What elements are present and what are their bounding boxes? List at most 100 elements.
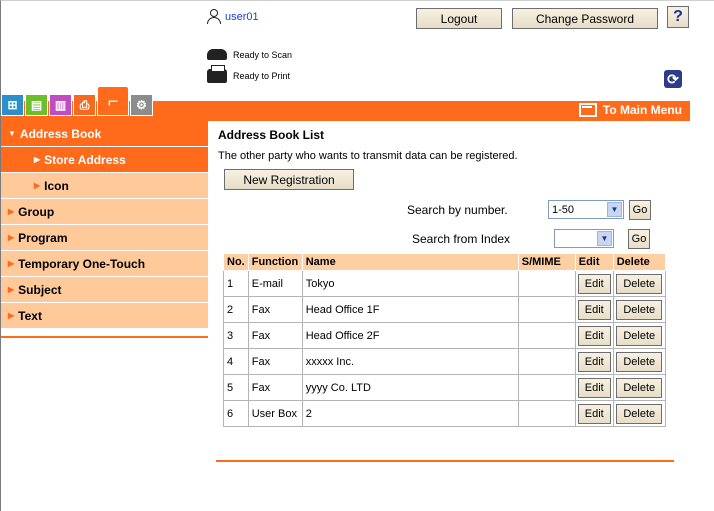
cell-delete: Delete <box>612 270 666 297</box>
sidebar-item-label: Subject <box>18 282 62 297</box>
delete-button[interactable]: Delete <box>616 325 663 346</box>
cell-smime <box>517 296 576 323</box>
search-by-number-label: Search by number. <box>407 203 508 217</box>
sidebar-item-label: Program <box>18 230 68 245</box>
triangle-right-icon: ▶ <box>8 285 15 294</box>
help-icon: ? <box>673 8 683 25</box>
go-index-button[interactable]: Go <box>628 229 650 249</box>
cell-edit: Edit <box>574 296 614 323</box>
cell-function: Fax <box>247 348 303 375</box>
table-row: 3 Fax Head Office 2F Edit Delete <box>223 322 666 349</box>
scanner-icon <box>207 49 227 60</box>
sidebar-item-temporary-one-touch[interactable]: ▶ Temporary One-Touch <box>1 251 208 277</box>
triangle-right-icon: ▶ <box>8 311 15 320</box>
cell-no: 5 <box>223 374 249 401</box>
edit-button[interactable]: Edit <box>577 325 611 346</box>
scan-status-text: Ready to Scan <box>233 49 293 60</box>
cell-function: Fax <box>247 296 303 323</box>
chevron-down-icon: ▼ <box>607 202 622 217</box>
sidebar-item-subject[interactable]: ▶ Subject <box>1 277 208 303</box>
table-header-row: No. Function Name S/MIME Edit Delete <box>223 253 666 271</box>
column-header-function: Function <box>247 253 303 271</box>
cell-function: User Box <box>247 400 303 427</box>
refresh-button[interactable]: ⟳ <box>664 70 682 88</box>
sidebar-item-label: Address Book <box>19 126 102 141</box>
cell-edit: Edit <box>574 374 614 401</box>
tab-user-box-icon[interactable]: ▥ <box>49 94 72 116</box>
to-main-menu-link[interactable]: To Main Menu <box>578 103 682 117</box>
search-from-index-select[interactable]: ▼ <box>554 229 614 248</box>
to-main-menu-label: To Main Menu <box>602 103 682 117</box>
tab-print-icon[interactable]: ⎙ <box>73 94 96 116</box>
triangle-right-icon: ▶ <box>34 181 41 190</box>
delete-button[interactable]: Delete <box>616 299 663 320</box>
table-row: 2 Fax Head Office 1F Edit Delete <box>223 296 666 323</box>
edit-button[interactable]: Edit <box>577 351 611 372</box>
cell-delete: Delete <box>612 348 666 375</box>
cell-delete: Delete <box>612 400 666 427</box>
table-row: 5 Fax yyyy Co. LTD Edit Delete <box>223 374 666 401</box>
edit-button[interactable]: Edit <box>577 377 611 398</box>
column-header-name: Name <box>301 253 519 271</box>
cell-no: 3 <box>223 322 249 349</box>
cell-name: Tokyo <box>301 270 519 297</box>
help-button[interactable]: ? <box>667 6 689 28</box>
user-name: user01 <box>225 10 259 23</box>
go-number-button[interactable]: Go <box>629 200 651 220</box>
cell-edit: Edit <box>574 348 614 375</box>
edit-button[interactable]: Edit <box>577 299 611 320</box>
triangle-right-icon: ▶ <box>8 233 15 242</box>
delete-button[interactable]: Delete <box>616 351 663 372</box>
sidebar-item-icon[interactable]: ▶ Icon <box>1 173 208 199</box>
delete-button[interactable]: Delete <box>616 273 663 294</box>
cell-delete: Delete <box>612 374 666 401</box>
cell-name: yyyy Co. LTD <box>301 374 519 401</box>
sidebar-item-text[interactable]: ▶ Text <box>1 303 208 329</box>
change-password-button[interactable]: Change Password <box>512 8 658 29</box>
sidebar-item-label: Text <box>18 308 42 323</box>
cell-edit: Edit <box>574 322 614 349</box>
cell-no: 1 <box>223 270 249 297</box>
sidebar-item-address-book[interactable]: ▼ Address Book <box>1 121 208 147</box>
new-registration-button[interactable]: New Registration <box>224 169 354 190</box>
print-status: Ready to Print <box>207 65 290 83</box>
search-by-number-value: 1-50 <box>552 203 575 216</box>
cell-function: Fax <box>247 322 303 349</box>
content-divider <box>216 460 674 462</box>
cell-smime <box>517 400 576 427</box>
table-row: 1 E-mail Tokyo Edit Delete <box>223 270 666 297</box>
sidebar-item-label: Group <box>18 204 55 219</box>
sidebar-item-program[interactable]: ▶ Program <box>1 225 208 251</box>
column-header-delete: Delete <box>612 253 666 271</box>
cell-delete: Delete <box>612 296 666 323</box>
cell-function: E-mail <box>247 270 303 297</box>
search-from-index-label: Search from Index <box>412 232 511 246</box>
sidebar-item-store-address[interactable]: ▶ Store Address <box>1 147 208 173</box>
cell-name: xxxxx Inc. <box>301 348 519 375</box>
refresh-icon: ⟳ <box>667 71 679 87</box>
main-menu-icon <box>578 103 597 117</box>
sidebar-item-group[interactable]: ▶ Group <box>1 199 208 225</box>
user-icon <box>207 9 221 24</box>
tab-maintenance-icon[interactable]: ⚙ <box>130 94 153 116</box>
cell-delete: Delete <box>612 322 666 349</box>
address-table: No. Function Name S/MIME Edit Delete 1 E… <box>223 253 666 427</box>
cell-name: Head Office 1F <box>301 296 519 323</box>
tab-store-address-icon[interactable]: ⌐ <box>97 86 129 116</box>
page-title: Address Book List <box>218 128 325 142</box>
tab-document-icon[interactable]: ▤ <box>25 94 48 116</box>
cell-smime <box>517 374 576 401</box>
cell-smime <box>517 270 576 297</box>
delete-button[interactable]: Delete <box>616 403 663 424</box>
edit-button[interactable]: Edit <box>577 273 611 294</box>
table-row: 6 User Box 2 Edit Delete <box>223 400 666 427</box>
cell-function: Fax <box>247 374 303 401</box>
cell-smime <box>517 322 576 349</box>
triangle-right-icon: ▶ <box>8 207 15 216</box>
tab-job-icon[interactable]: ⊞ <box>1 94 24 116</box>
edit-button[interactable]: Edit <box>577 403 611 424</box>
logout-button[interactable]: Logout <box>416 8 502 29</box>
current-user: user01 <box>207 9 259 24</box>
delete-button[interactable]: Delete <box>616 377 663 398</box>
search-by-number-select[interactable]: 1-50 ▼ <box>548 200 624 219</box>
